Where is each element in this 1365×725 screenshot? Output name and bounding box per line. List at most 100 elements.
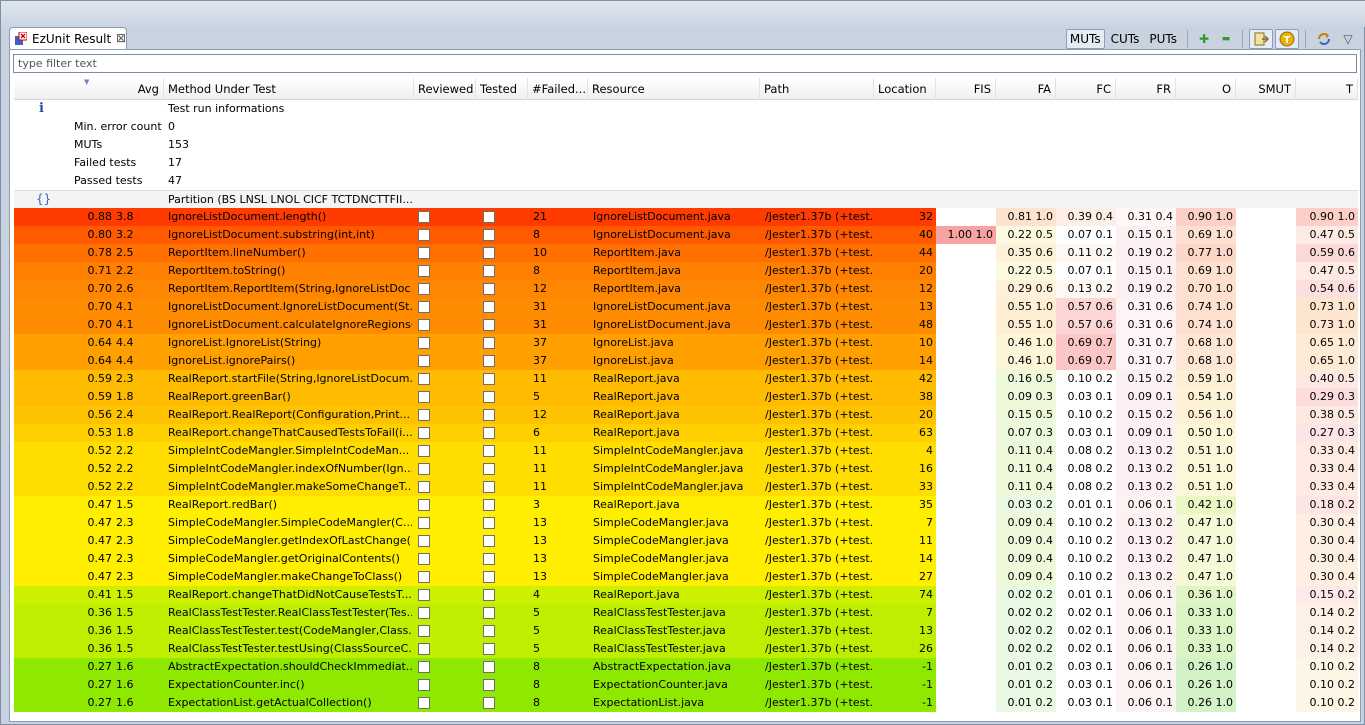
tested-checkbox[interactable]: [483, 445, 495, 457]
table-row[interactable]: 0.47 2.3 SimpleCodeMangler.SimpleCodeMangl…: [14, 514, 1358, 532]
reviewed-checkbox[interactable]: [418, 283, 430, 295]
filter-icon[interactable]: [1249, 29, 1273, 49]
table-row[interactable]: 0.27 1.6 AbstractExpectation.shouldCheckIm…: [14, 658, 1358, 676]
reviewed-checkbox[interactable]: [418, 553, 430, 565]
column-method[interactable]: Method Under Test: [164, 78, 414, 100]
tested-checkbox[interactable]: [483, 301, 495, 313]
reviewed-checkbox[interactable]: [418, 391, 430, 403]
column-failed[interactable]: #Failed...: [528, 78, 588, 100]
tested-checkbox[interactable]: [483, 463, 495, 475]
table-row[interactable]: 0.59 2.3 RealReport.startFile(String,Ignor…: [14, 370, 1358, 388]
info-row[interactable]: Passed tests 47: [14, 172, 1358, 190]
table-row[interactable]: 0.71 2.2 ReportItem.toString() 8 ReportItem.…: [14, 262, 1358, 280]
tested-checkbox[interactable]: [483, 589, 495, 601]
table-row[interactable]: 0.27 1.6 ExpectationCounter.inc() 8 Expectat…: [14, 676, 1358, 694]
tested-checkbox[interactable]: [483, 319, 495, 331]
puts-toggle-button[interactable]: PUTs: [1145, 29, 1181, 49]
info-header-row[interactable]: i Test run informations: [14, 100, 1358, 118]
table-row[interactable]: 0.52 2.2 SimpleIntCodeMangler.indexOfNumbe…: [14, 460, 1358, 478]
table-row[interactable]: 0.64 4.4 IgnoreList.IgnoreList(String) 37 Ig…: [14, 334, 1358, 352]
muts-toggle-button[interactable]: MUTs: [1065, 29, 1105, 49]
table-row[interactable]: 0.36 1.5 RealClassTestTester.RealClassTest…: [14, 604, 1358, 622]
table-row[interactable]: 0.56 2.4 RealReport.RealReport(Configurati…: [14, 406, 1358, 424]
tested-checkbox[interactable]: [483, 499, 495, 511]
table-row[interactable]: 0.27 1.6 ExpectationList.getActualCollecti…: [14, 694, 1358, 712]
remove-icon[interactable]: ▬: [1216, 29, 1236, 49]
info-row[interactable]: Min. error count 0: [14, 118, 1358, 136]
table-row[interactable]: 0.80 3.2 IgnoreListDocument.substring(int,…: [14, 226, 1358, 244]
table-row[interactable]: 0.47 1.5 RealReport.redBar() 3 RealReport.ja…: [14, 496, 1358, 514]
test-icon[interactable]: T: [1275, 29, 1299, 49]
column-fc[interactable]: FC: [1056, 78, 1116, 100]
tested-checkbox[interactable]: [483, 643, 495, 655]
tested-checkbox[interactable]: [483, 517, 495, 529]
column-o[interactable]: O: [1176, 78, 1236, 100]
reviewed-checkbox[interactable]: [418, 229, 430, 241]
tested-checkbox[interactable]: [483, 211, 495, 223]
reviewed-checkbox[interactable]: [418, 589, 430, 601]
tested-checkbox[interactable]: [483, 409, 495, 421]
table-row[interactable]: 0.47 2.3 SimpleCodeMangler.getOriginalCont…: [14, 550, 1358, 568]
tested-checkbox[interactable]: [483, 535, 495, 547]
tested-checkbox[interactable]: [483, 373, 495, 385]
tested-checkbox[interactable]: [483, 607, 495, 619]
info-row[interactable]: Failed tests 17: [14, 154, 1358, 172]
cuts-toggle-button[interactable]: CUTs: [1107, 29, 1144, 49]
tested-checkbox[interactable]: [483, 337, 495, 349]
column-fr[interactable]: FR: [1116, 78, 1176, 100]
reviewed-checkbox[interactable]: [418, 355, 430, 367]
table-row[interactable]: 0.70 4.1 IgnoreListDocument.calculateIgnor…: [14, 316, 1358, 334]
partition-row[interactable]: {} Partition (BS LNSL LNOL CICF TCTDNCTT…: [14, 190, 1358, 208]
table-row[interactable]: 0.47 2.3 SimpleCodeMangler.getIndexOfLastC…: [14, 532, 1358, 550]
add-icon[interactable]: ✚: [1194, 29, 1214, 49]
column-fa[interactable]: FA: [996, 78, 1056, 100]
column-path[interactable]: Path: [760, 78, 874, 100]
column-reviewed[interactable]: Reviewed: [414, 78, 476, 100]
tested-checkbox[interactable]: [483, 661, 495, 673]
reviewed-checkbox[interactable]: [418, 427, 430, 439]
reviewed-checkbox[interactable]: [418, 517, 430, 529]
reviewed-checkbox[interactable]: [418, 265, 430, 277]
refresh-icon[interactable]: [1312, 29, 1336, 49]
tested-checkbox[interactable]: [483, 355, 495, 367]
reviewed-checkbox[interactable]: [418, 535, 430, 547]
tested-checkbox[interactable]: [483, 427, 495, 439]
tab-ezunit-result[interactable]: EzUnit Result ⊠: [9, 27, 127, 49]
reviewed-checkbox[interactable]: [418, 499, 430, 511]
table-row[interactable]: 0.47 2.3 SimpleCodeMangler.makeChangeToCla…: [14, 568, 1358, 586]
tested-checkbox[interactable]: [483, 229, 495, 241]
table-row[interactable]: 0.36 1.5 RealClassTestTester.test(CodeMang…: [14, 622, 1358, 640]
column-location[interactable]: Location: [874, 78, 936, 100]
table-row[interactable]: 0.36 1.5 RealClassTestTester.testUsing(Cla…: [14, 640, 1358, 658]
column-tested[interactable]: Tested: [476, 78, 528, 100]
reviewed-checkbox[interactable]: [418, 481, 430, 493]
column-avg[interactable]: Avg: [14, 78, 164, 100]
table-row[interactable]: 0.41 1.5 RealReport.changeThatDidNotCauseT…: [14, 586, 1358, 604]
view-menu-icon[interactable]: ▽: [1338, 29, 1358, 49]
tested-checkbox[interactable]: [483, 481, 495, 493]
column-resource[interactable]: Resource: [588, 78, 760, 100]
table-row[interactable]: 0.52 2.2 SimpleIntCodeMangler.makeSomeChan…: [14, 478, 1358, 496]
reviewed-checkbox[interactable]: [418, 661, 430, 673]
tested-checkbox[interactable]: [483, 625, 495, 637]
tested-checkbox[interactable]: [483, 265, 495, 277]
tested-checkbox[interactable]: [483, 697, 495, 709]
column-fis[interactable]: FIS: [936, 78, 996, 100]
table-row[interactable]: 0.64 4.4 IgnoreList.ignorePairs() 37 IgnoreL…: [14, 352, 1358, 370]
tested-checkbox[interactable]: [483, 283, 495, 295]
table-row[interactable]: 0.70 4.1 IgnoreListDocument.IgnoreListDocu…: [14, 298, 1358, 316]
column-t[interactable]: T: [1296, 78, 1358, 100]
reviewed-checkbox[interactable]: [418, 319, 430, 331]
reviewed-checkbox[interactable]: [418, 247, 430, 259]
reviewed-checkbox[interactable]: [418, 337, 430, 349]
reviewed-checkbox[interactable]: [418, 643, 430, 655]
reviewed-checkbox[interactable]: [418, 571, 430, 583]
reviewed-checkbox[interactable]: [418, 463, 430, 475]
reviewed-checkbox[interactable]: [418, 607, 430, 619]
tested-checkbox[interactable]: [483, 391, 495, 403]
reviewed-checkbox[interactable]: [418, 373, 430, 385]
reviewed-checkbox[interactable]: [418, 211, 430, 223]
table-row[interactable]: 0.53 1.8 RealReport.changeThatCausedTestsT…: [14, 424, 1358, 442]
tested-checkbox[interactable]: [483, 679, 495, 691]
table-row[interactable]: 0.70 2.6 ReportItem.ReportItem(String,Igno…: [14, 280, 1358, 298]
